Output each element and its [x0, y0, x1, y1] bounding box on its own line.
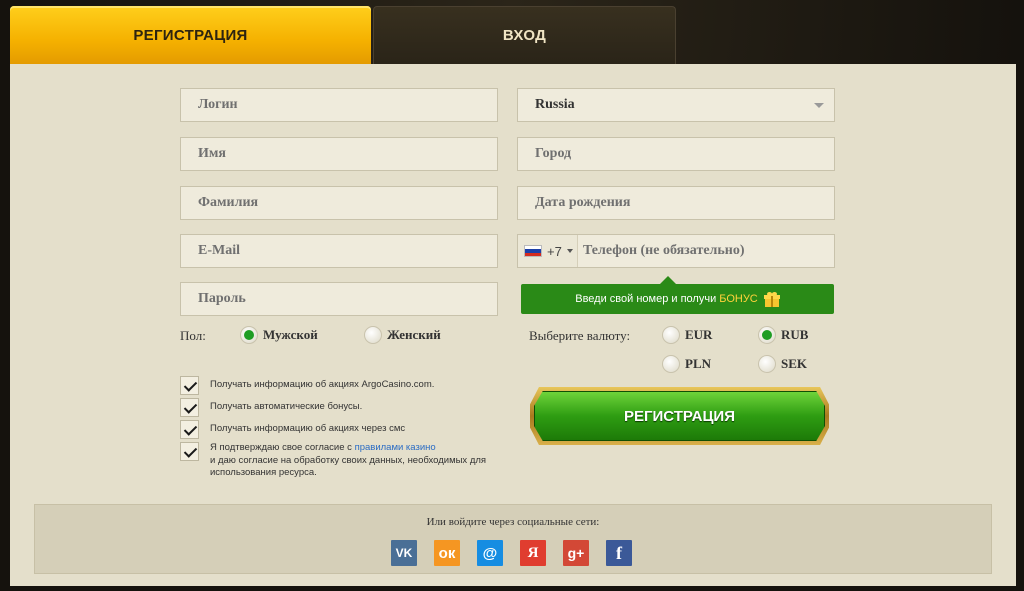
social-icons: VK ок @ Я g+ f	[391, 540, 649, 566]
auto-bonus-checkbox-label: Получать автоматические бонусы.	[210, 401, 363, 412]
birthdate-input[interactable]	[535, 187, 834, 219]
registration-panel: Russia +7 Введи свой номер и получи БОНУ…	[10, 64, 1016, 586]
currency-rub-radio[interactable]: RUB	[758, 326, 808, 344]
auto-bonus-checkbox[interactable]	[180, 398, 199, 417]
register-button[interactable]: РЕГИСТРАЦИЯ	[534, 391, 825, 441]
currency-eur-radio[interactable]: EUR	[662, 326, 712, 344]
city-field[interactable]	[517, 137, 835, 171]
vk-icon[interactable]: VK	[391, 540, 417, 566]
consent-text-after: и даю согласие на обработку своих данных…	[210, 454, 487, 479]
consent-checkbox-label: Я подтверждаю свое согласие с правилами …	[210, 442, 490, 480]
phone-bonus-banner: Введи свой номер и получи БОНУС	[521, 276, 834, 314]
gender-label: Пол:	[180, 328, 206, 343]
phone-input[interactable]	[583, 235, 828, 267]
country-select[interactable]: Russia	[517, 88, 835, 122]
gender-female-label: Женский	[387, 327, 441, 342]
promo-checkbox-label: Получать информацию об акциях ArgoCasino…	[210, 379, 435, 390]
surname-field[interactable]	[180, 186, 498, 220]
consent-text-before: Я подтверждаю свое согласие с	[210, 442, 352, 453]
currency-pln-radio[interactable]: PLN	[662, 355, 711, 373]
russia-flag-icon	[524, 245, 542, 257]
login-input[interactable]	[198, 89, 497, 121]
casino-rules-link[interactable]: правилами казино	[355, 442, 436, 453]
checkbox-row-sms: Получать информацию об акциях через смс	[180, 420, 405, 439]
name-field[interactable]	[180, 137, 498, 171]
gender-male-radio[interactable]: Мужской	[240, 326, 318, 344]
name-input[interactable]	[198, 138, 497, 170]
currency-pln-label: PLN	[685, 356, 711, 371]
checkbox-row-auto-bonus: Получать автоматические бонусы.	[180, 398, 362, 417]
currency-rub-label: RUB	[781, 327, 809, 342]
tab-registration[interactable]: РЕГИСТРАЦИЯ	[10, 6, 371, 64]
chevron-down-icon	[814, 103, 824, 108]
auth-tabs: РЕГИСТРАЦИЯ ВХОД	[10, 6, 676, 64]
checkbox-row-consent: Я подтверждаю свое согласие с правилами …	[180, 442, 490, 480]
currency-label: Выберите валюту:	[529, 328, 631, 343]
currency-sek-label: SEK	[781, 356, 808, 371]
email-input[interactable]	[198, 235, 497, 267]
phone-field[interactable]: +7	[517, 234, 835, 268]
google-plus-icon[interactable]: g+	[563, 540, 589, 566]
tab-login[interactable]: ВХОД	[373, 6, 676, 64]
facebook-icon[interactable]: f	[606, 540, 632, 566]
promo-checkbox[interactable]	[180, 376, 199, 395]
register-button-frame: РЕГИСТРАЦИЯ	[530, 387, 829, 445]
phone-country-code[interactable]: +7	[518, 235, 578, 267]
country-value: Russia	[535, 97, 575, 112]
currency-sek-radio[interactable]: SEK	[758, 355, 807, 373]
bonus-text: Введи свой номер и получи	[575, 293, 717, 305]
login-field[interactable]	[180, 88, 498, 122]
surname-input[interactable]	[198, 187, 497, 219]
yandex-icon[interactable]: Я	[520, 540, 546, 566]
password-field[interactable]	[180, 282, 498, 316]
checkbox-row-promo: Получать информацию об акциях ArgoCasino…	[180, 376, 434, 395]
gender-female-radio[interactable]: Женский	[364, 326, 441, 344]
city-input[interactable]	[535, 138, 834, 170]
currency-eur-label: EUR	[685, 327, 713, 342]
sms-checkbox-label: Получать информацию об акциях через смс	[210, 423, 406, 434]
odnoklassniki-icon[interactable]: ок	[434, 540, 460, 566]
gift-icon	[763, 291, 780, 307]
chevron-down-icon	[566, 249, 573, 253]
email-field[interactable]	[180, 234, 498, 268]
phone-code: +7	[547, 243, 562, 259]
bonus-highlight: БОНУС	[719, 293, 758, 305]
social-login-box: Или войдите через социальные сети: VK ок…	[34, 504, 992, 574]
social-login-title: Или войдите через социальные сети:	[426, 516, 600, 528]
birthdate-field[interactable]	[517, 186, 835, 220]
password-input[interactable]	[198, 283, 497, 315]
gender-male-label: Мужской	[263, 327, 318, 342]
sms-checkbox[interactable]	[180, 420, 199, 439]
consent-checkbox[interactable]	[180, 442, 199, 461]
mailru-icon[interactable]: @	[477, 540, 503, 566]
